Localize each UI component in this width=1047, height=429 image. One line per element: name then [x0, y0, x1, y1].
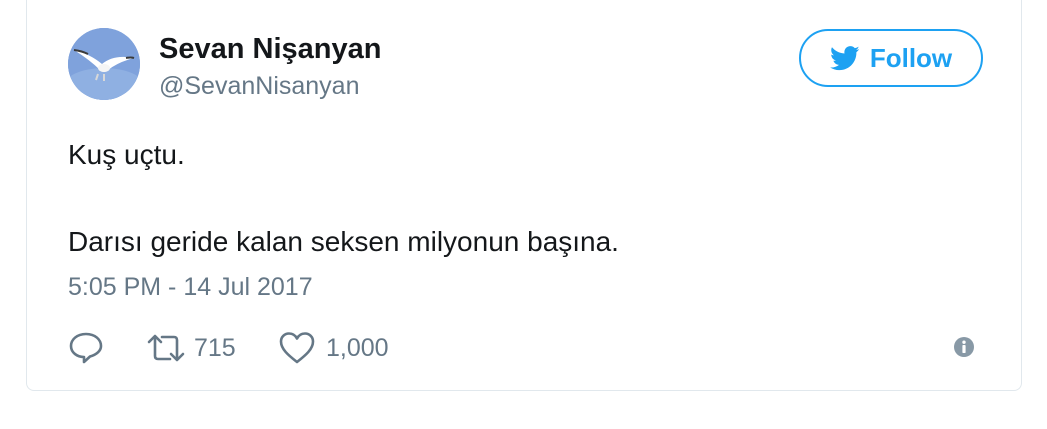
tweet-timestamp[interactable]: 5:05 PM - 14 Jul 2017	[68, 273, 313, 302]
follow-button[interactable]: Follow	[799, 29, 983, 87]
retweet-count: 715	[194, 333, 236, 362]
user-handle[interactable]: @SevanNisanyan	[159, 72, 360, 101]
reply-button[interactable]	[68, 331, 146, 365]
info-icon[interactable]	[953, 336, 975, 358]
tweet-actions: 715 1,000	[68, 328, 389, 368]
avatar[interactable]	[68, 28, 140, 100]
retweet-icon	[146, 332, 186, 364]
tweet-card: Sevan Nişanyan @SevanNisanyan Follow Kuş…	[26, 0, 1022, 391]
display-name[interactable]: Sevan Nişanyan	[159, 33, 381, 66]
reply-icon	[68, 331, 104, 365]
tweet-text-line-2: Darısı geride kalan seksen milyonun başı…	[68, 226, 619, 257]
follow-button-label: Follow	[869, 42, 953, 73]
like-count: 1,000	[326, 333, 389, 362]
tweet-text-line-1: Kuş uçtu.	[68, 139, 185, 170]
retweet-button[interactable]: 715	[146, 332, 278, 364]
like-button[interactable]: 1,000	[278, 331, 389, 365]
twitter-bird-icon	[829, 45, 860, 71]
heart-icon	[278, 331, 316, 365]
